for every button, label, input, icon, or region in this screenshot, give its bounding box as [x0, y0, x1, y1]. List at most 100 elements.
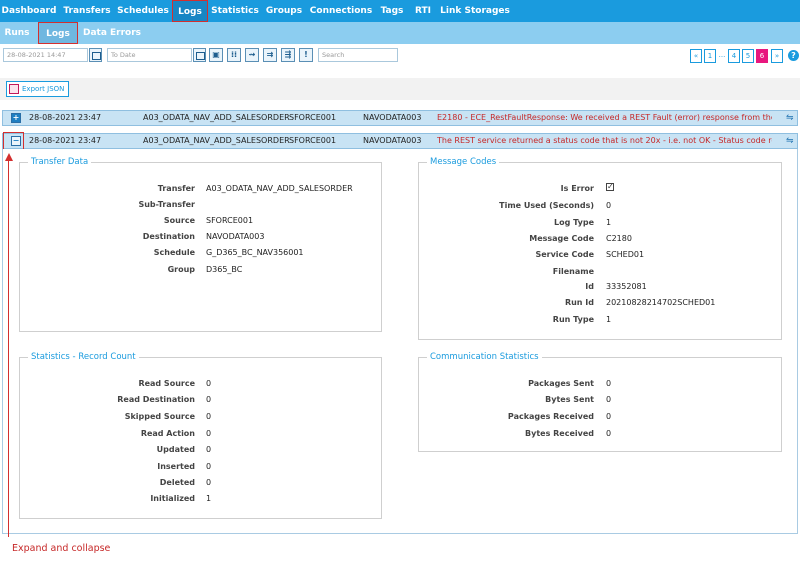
export-json-button[interactable]: Export JSON: [6, 81, 70, 97]
calendar-icon[interactable]: [193, 48, 206, 62]
page-1[interactable]: 1: [704, 49, 716, 63]
field-value: A03_ODATA_NAV_ADD_SALESORDER: [206, 184, 353, 193]
row-datetime: 28-08-2021 23:47: [29, 136, 102, 145]
is-error-label: Is Error: [560, 184, 594, 193]
row-message: The REST service returned a status code …: [437, 136, 772, 145]
action-bar: [0, 78, 800, 100]
nav-dashboard[interactable]: Dashboard: [0, 0, 58, 22]
row-source: SFORCE001: [289, 113, 337, 122]
field-value: C2180: [606, 234, 632, 243]
communication-title: Communication Statistics: [427, 352, 542, 362]
field-label: Message Code: [529, 234, 594, 243]
subnav-runs[interactable]: Runs: [0, 22, 34, 44]
nav-schedules[interactable]: Schedules: [116, 0, 170, 22]
swap-icon[interactable]: ⇋: [786, 134, 794, 148]
field-value: 0: [206, 412, 212, 421]
field-value: 1: [206, 494, 212, 503]
row-transfer: A03_ODATA_NAV_ADD_SALESORDER: [143, 113, 290, 122]
row-destination: NAVODATA003: [363, 136, 422, 145]
field-value: 0: [206, 478, 212, 487]
log-row[interactable]: − 28-08-2021 23:47 A03_ODATA_NAV_ADD_SAL…: [2, 133, 798, 149]
page-4[interactable]: 4: [728, 49, 740, 63]
field-label: Service Code: [535, 250, 594, 259]
page-6[interactable]: 6: [756, 49, 768, 63]
page-ellipsis: ...: [716, 49, 728, 63]
field-label: Deleted: [159, 478, 195, 487]
sub-nav: Runs Logs Data Errors: [0, 22, 800, 44]
pagination-next[interactable]: »: [771, 49, 783, 63]
field-label: Run Id: [564, 298, 594, 307]
field-value: 0: [206, 379, 212, 388]
field-label: Packages Received: [507, 412, 594, 421]
field-value: 0: [206, 429, 212, 438]
nav-logs[interactable]: Logs: [172, 0, 208, 22]
field-label: Read Action: [140, 429, 195, 438]
field-label: Filename: [552, 267, 594, 276]
field-value: D365_BC: [206, 265, 243, 274]
grid-icon[interactable]: ⁞⁞: [227, 48, 241, 62]
field-value: 0: [606, 412, 612, 421]
row-transfer: A03_ODATA_NAV_ADD_SALESORDER: [143, 136, 290, 145]
field-value: 1: [606, 218, 612, 227]
subnav-logs[interactable]: Logs: [38, 22, 78, 44]
split-icon[interactable]: ⇉: [263, 48, 277, 62]
field-label: Source: [163, 216, 195, 225]
field-label: Time Used (Seconds): [499, 201, 594, 210]
field-label: Destination: [142, 232, 195, 241]
field-value: 0: [606, 429, 612, 438]
nav-transfers[interactable]: Transfers: [60, 0, 114, 22]
info-icon[interactable]: !: [299, 48, 313, 62]
swap-icon[interactable]: ⇋: [786, 111, 794, 125]
json-file-icon: [9, 84, 19, 94]
field-value: 0: [206, 462, 212, 471]
export-json-label: Export JSON: [22, 85, 65, 93]
nav-tags[interactable]: Tags: [378, 0, 406, 22]
field-label: Sub-Transfer: [138, 200, 195, 209]
field-value: 0: [606, 379, 612, 388]
nav-statistics[interactable]: Statistics: [210, 0, 260, 22]
communication-panel: Communication Statistics: [418, 352, 782, 452]
field-label: Log Type: [554, 218, 594, 227]
field-label: Initialized: [150, 494, 195, 503]
field-value: G_D365_BC_NAV356001: [206, 248, 304, 257]
field-label: Skipped Source: [124, 412, 195, 421]
log-row[interactable]: + 28-08-2021 23:47 A03_ODATA_NAV_ADD_SAL…: [2, 110, 798, 126]
record-count-title: Statistics - Record Count: [28, 352, 139, 362]
record-count-panel: Statistics - Record Count: [19, 352, 382, 519]
message-codes-panel: Message Codes: [418, 157, 782, 340]
transfer-data-title: Transfer Data: [28, 157, 92, 167]
search-input[interactable]: Search: [318, 48, 398, 62]
field-value: 33352081: [606, 282, 647, 291]
top-nav: Dashboard Transfers Schedules Logs Stati…: [0, 0, 800, 22]
annotation-arrow-line: [8, 160, 9, 537]
annotation-arrow-head: [5, 153, 13, 161]
message-codes-title: Message Codes: [427, 157, 500, 167]
field-value: SFORCE001: [206, 216, 254, 225]
row-datetime: 28-08-2021 23:47: [29, 113, 102, 122]
subnav-data-errors[interactable]: Data Errors: [82, 22, 142, 44]
to-date-input[interactable]: To Date: [107, 48, 192, 62]
page-5[interactable]: 5: [742, 49, 754, 63]
nav-rti[interactable]: RTI: [410, 0, 436, 22]
field-label: Transfer: [157, 184, 195, 193]
nav-link-storages[interactable]: Link Storages: [440, 0, 510, 22]
field-label: Run Type: [552, 315, 594, 324]
nav-connections[interactable]: Connections: [309, 0, 373, 22]
row-message: E2180 - ECE_RestFaultResponse: We receiv…: [437, 113, 772, 122]
calendar-icon[interactable]: [89, 48, 102, 62]
field-label: Read Destination: [117, 395, 195, 404]
merge-icon[interactable]: ⇶: [281, 48, 295, 62]
field-value: 0: [206, 395, 212, 404]
field-value: NAVODATA003: [206, 232, 265, 241]
pagination-prev[interactable]: «: [690, 49, 702, 63]
expand-icon[interactable]: +: [11, 113, 21, 123]
help-icon[interactable]: ?: [788, 50, 799, 61]
field-label: Updated: [156, 445, 195, 454]
is-error-checkbox[interactable]: ✓: [606, 183, 614, 191]
nav-groups[interactable]: Groups: [264, 0, 304, 22]
filter-square-icon[interactable]: ▣: [209, 48, 223, 62]
field-label: Bytes Received: [525, 429, 594, 438]
from-date-input[interactable]: 28-08-2021 14:47: [3, 48, 88, 62]
flow-icon[interactable]: ⇝: [245, 48, 259, 62]
field-label: Group: [167, 265, 195, 274]
